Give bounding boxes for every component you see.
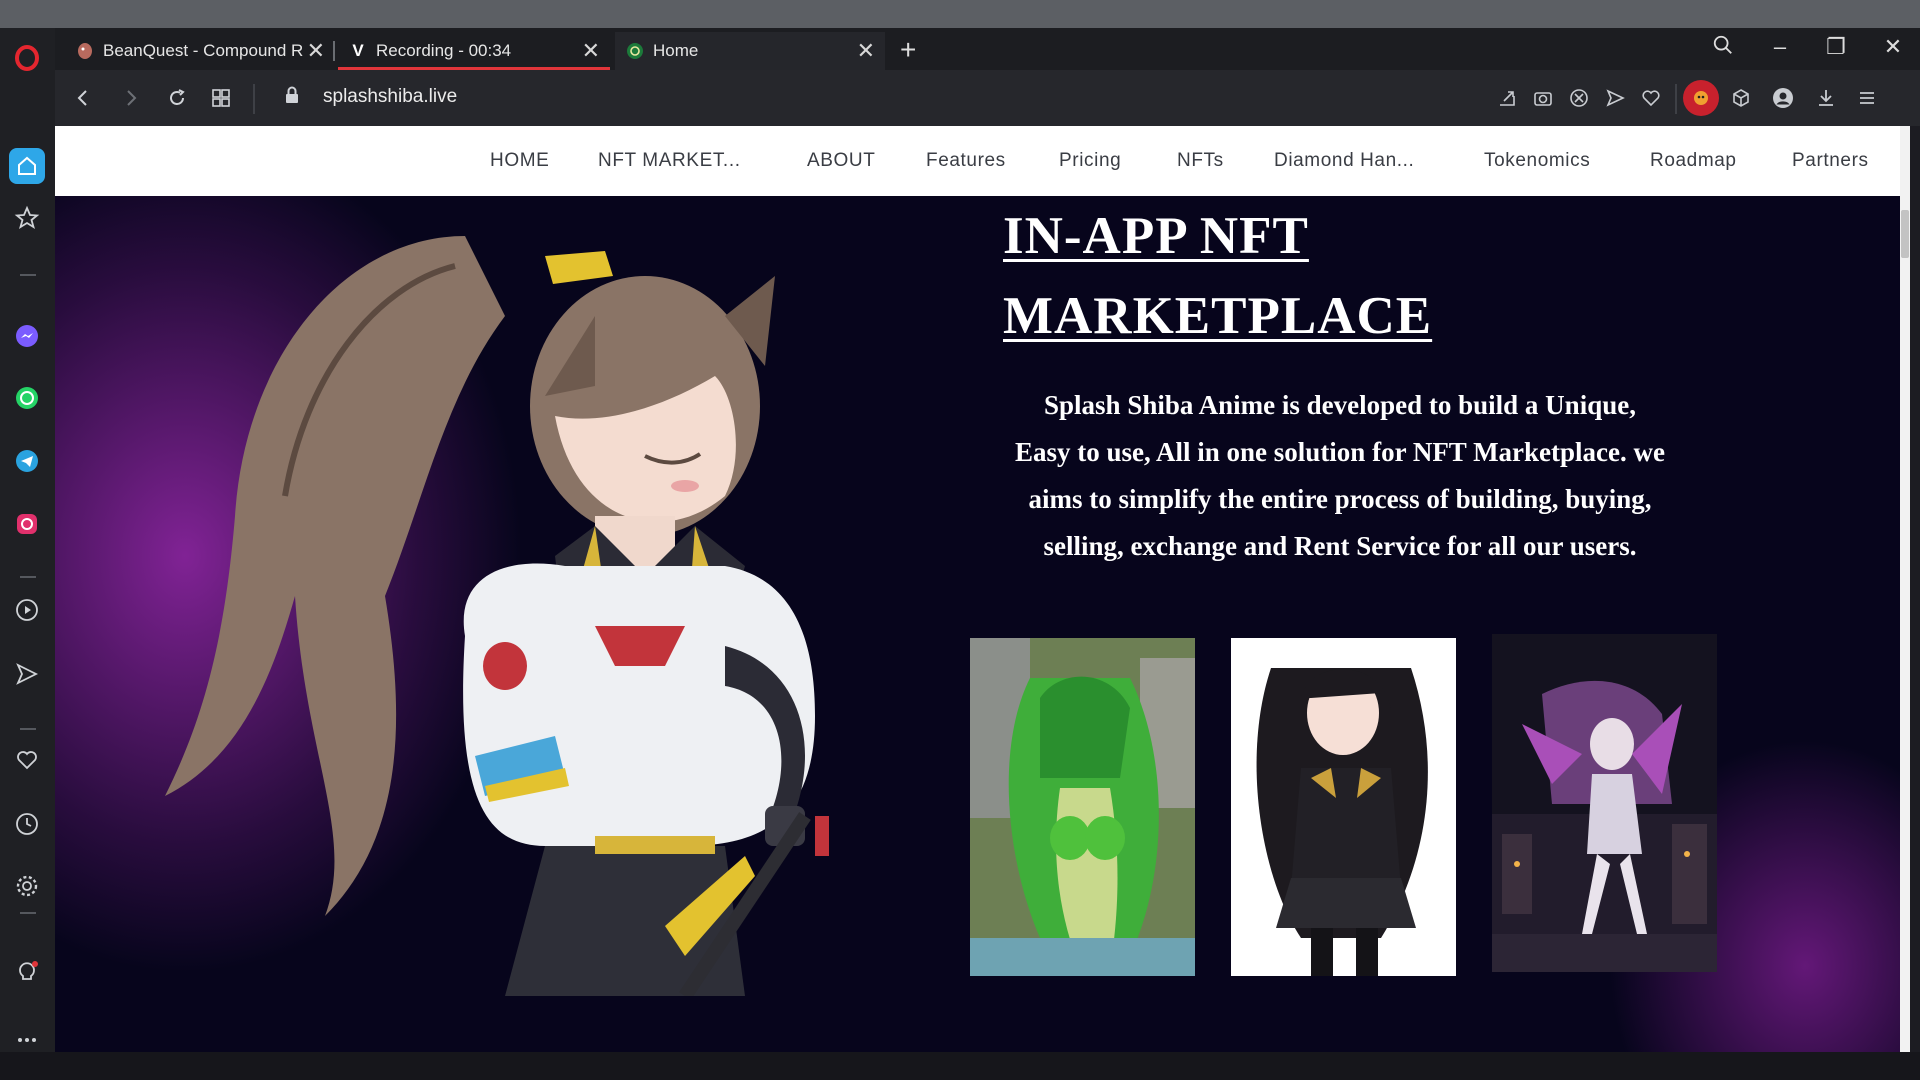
nav-tokenomics[interactable]: Tokenomics xyxy=(1484,150,1590,172)
address-bar: splashshiba.live xyxy=(55,70,1920,126)
hero-title: IN-APP NFT MARKETPLACE xyxy=(1003,196,1432,356)
nft-thumbnail-black-uniform[interactable] xyxy=(1231,638,1456,976)
nft-thumbnail-night-city[interactable] xyxy=(1492,634,1717,972)
history-clock-icon[interactable] xyxy=(9,806,45,842)
v-logo-icon: V xyxy=(352,41,364,60)
window-top-frame xyxy=(0,0,1920,28)
nav-nft-market[interactable]: NFT MARKET... xyxy=(598,150,741,172)
anime-character-illustration xyxy=(165,236,829,996)
page-scrollbar[interactable] xyxy=(1900,126,1910,1052)
telegram-icon[interactable] xyxy=(9,443,45,479)
tab-grid-icon[interactable] xyxy=(205,82,237,114)
nav-home[interactable]: HOME xyxy=(490,150,549,172)
hero-title-line1: IN-APP NFT xyxy=(1003,207,1309,265)
bean-icon xyxy=(75,41,95,61)
close-tab-icon[interactable]: ✕ xyxy=(307,40,325,62)
bookmark-heart-icon[interactable] xyxy=(1637,84,1665,112)
tab-divider xyxy=(333,41,335,61)
tips-lightbulb-icon[interactable] xyxy=(9,954,45,990)
bottom-frame xyxy=(0,1052,1920,1080)
green-circle-icon xyxy=(625,41,645,61)
home-icon[interactable] xyxy=(9,148,45,184)
profile-avatar-icon[interactable] xyxy=(1769,84,1797,112)
tab-recording[interactable]: V Recording - 00:34 ✕ xyxy=(338,32,610,70)
close-window-icon[interactable]: ✕ xyxy=(1878,34,1908,60)
nav-pricing[interactable]: Pricing xyxy=(1059,150,1121,172)
hero-description: Splash Shiba Anime is developed to build… xyxy=(1015,390,1666,561)
back-arrow-icon[interactable] xyxy=(67,82,99,114)
scrollbar-thumb[interactable] xyxy=(1901,210,1909,258)
site-navbar: HOME NFT MARKET... ABOUT Features Pricin… xyxy=(55,126,1910,196)
forward-arrow-icon[interactable] xyxy=(115,82,147,114)
sidebar-divider xyxy=(20,912,36,914)
browser-sidebar xyxy=(0,28,55,1052)
easy-setup-menu-icon[interactable] xyxy=(1853,84,1881,112)
sidebar-divider xyxy=(20,576,36,578)
lock-icon[interactable] xyxy=(281,84,303,111)
camera-snapshot-icon[interactable] xyxy=(1529,84,1557,112)
tab-label: BeanQuest - Compound R xyxy=(103,41,303,60)
extensions-cube-icon[interactable] xyxy=(1727,84,1755,112)
whatsapp-icon[interactable] xyxy=(9,380,45,416)
sidebar-divider xyxy=(20,274,36,276)
opera-logo-icon[interactable] xyxy=(12,40,42,76)
url-field[interactable]: splashshiba.live xyxy=(323,86,457,108)
tab-beanquest[interactable]: BeanQuest - Compound R ✕ xyxy=(65,32,335,70)
heart-icon[interactable] xyxy=(9,742,45,778)
close-tab-icon[interactable]: ✕ xyxy=(582,40,600,62)
nav-about[interactable]: ABOUT xyxy=(807,150,875,172)
send-icon[interactable] xyxy=(9,656,45,692)
nft-thumbnail-green[interactable] xyxy=(970,638,1195,976)
hero-title-line2: MARKETPLACE xyxy=(1003,287,1433,345)
close-tab-icon[interactable]: ✕ xyxy=(857,40,875,62)
extension-avatar-icon[interactable] xyxy=(1683,80,1719,116)
sidebar-divider xyxy=(20,728,36,730)
tab-home[interactable]: Home ✕ xyxy=(615,32,885,70)
messenger-icon[interactable] xyxy=(9,318,45,354)
toolbar-divider xyxy=(253,84,255,114)
download-icon[interactable] xyxy=(1812,84,1840,112)
player-icon[interactable] xyxy=(9,592,45,628)
nav-nfts[interactable]: NFTs xyxy=(1177,150,1224,172)
search-tabs-icon[interactable] xyxy=(1708,34,1738,62)
tab-label: Recording - 00:34 xyxy=(376,41,512,60)
ad-blocker-icon[interactable] xyxy=(1565,84,1593,112)
tab-bar: BeanQuest - Compound R ✕ V Recording - 0… xyxy=(55,28,1920,70)
instagram-icon[interactable] xyxy=(9,506,45,542)
restore-icon[interactable]: ❐ xyxy=(1821,34,1851,60)
nav-roadmap[interactable]: Roadmap xyxy=(1650,150,1737,172)
toolbar-divider xyxy=(1675,84,1677,114)
web-page: HOME NFT MARKET... ABOUT Features Pricin… xyxy=(55,126,1910,1052)
tab-label: Home xyxy=(653,41,699,60)
star-icon[interactable] xyxy=(9,200,45,236)
settings-gear-icon[interactable] xyxy=(9,868,45,904)
nav-partners[interactable]: Partners xyxy=(1792,150,1869,172)
share-icon[interactable] xyxy=(1493,84,1521,112)
send-arrow-icon[interactable] xyxy=(1601,84,1629,112)
hero-section: IN-APP NFT MARKETPLACE Splash Shiba Anim… xyxy=(55,196,1900,1052)
new-tab-plus-icon[interactable]: + xyxy=(900,34,916,66)
nav-features[interactable]: Features xyxy=(926,150,1006,172)
reload-icon[interactable] xyxy=(161,82,193,114)
nav-diamond-hands[interactable]: Diamond Han... xyxy=(1274,150,1414,172)
minimize-icon[interactable]: – xyxy=(1765,34,1795,60)
